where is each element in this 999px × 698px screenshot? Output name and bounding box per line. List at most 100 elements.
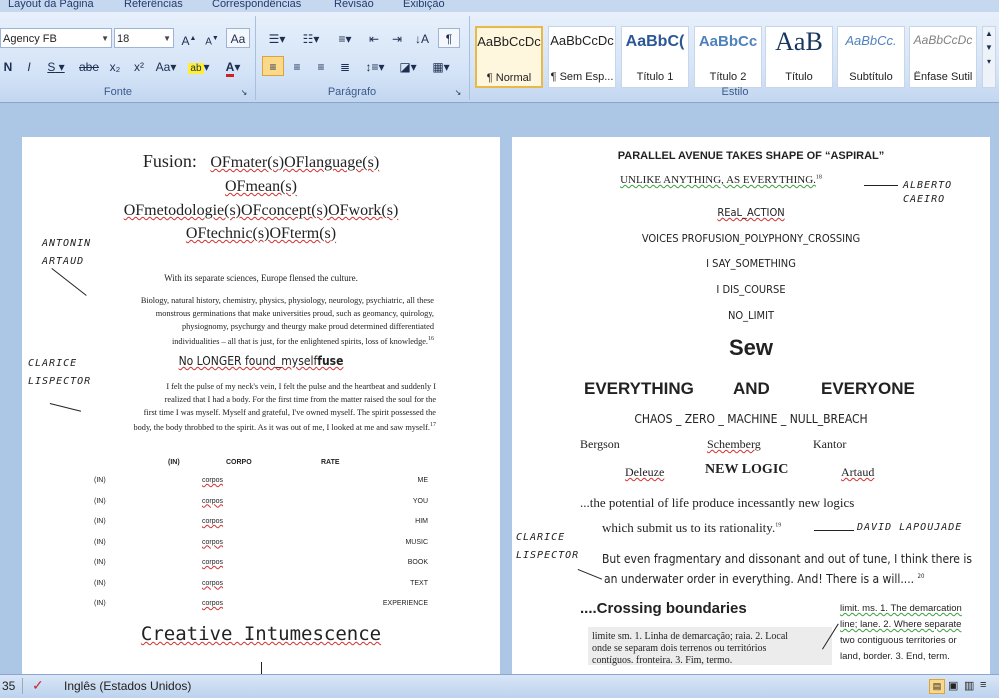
tab-page-layout[interactable]: Layout da Página	[8, 0, 94, 10]
superscript-button[interactable]: x²	[128, 56, 150, 76]
style-name: Ênfase Sutil	[913, 71, 973, 83]
footnote-ref: 19	[775, 522, 782, 529]
page-title-line: Fusion: OFmater(s)OFlanguage(s)	[22, 151, 500, 172]
heading-bold: fuse	[317, 354, 344, 368]
style-subtle-emphasis[interactable]: AaBbCcDc Ênfase Sutil	[909, 26, 977, 88]
numbering-icon[interactable]: ☷▾	[296, 28, 326, 48]
chevron-down-icon[interactable]: ▼	[101, 29, 109, 49]
italic-button[interactable]: I	[20, 56, 38, 76]
increase-indent-icon[interactable]: ⇥	[387, 28, 407, 48]
right-page[interactable]: PARALLEL AVENUE TAKES SHAPE OF “ASPIRAL”…	[512, 137, 990, 674]
print-layout-icon[interactable]: ▤	[929, 679, 945, 694]
style-subtitle[interactable]: AaBbCc. Subtítulo	[837, 26, 905, 88]
text-line: contíguos. fronteira. 3. Fim, termo.	[592, 655, 733, 666]
style-heading2[interactable]: AaBbCc Título 2	[694, 26, 762, 88]
table-cell: corpos	[202, 497, 224, 505]
style-sample: AaBbCc.	[845, 33, 897, 48]
full-screen-icon[interactable]: ▣	[948, 679, 958, 692]
style-title[interactable]: AaB Título	[765, 26, 833, 88]
outline-icon[interactable]: ≡	[980, 679, 986, 691]
style-sample: AaB	[775, 27, 823, 56]
grow-font-icon[interactable]: A▲	[178, 28, 200, 48]
shading-icon[interactable]: ◪▾	[394, 56, 422, 76]
text-line: ...the potential of life produce incessa…	[580, 495, 855, 510]
text-line: REaL_ACTION	[512, 206, 990, 219]
align-right-icon[interactable]: ≡	[310, 56, 332, 76]
table-cell: (IN)	[94, 559, 106, 566]
strikethrough-button[interactable]: abe	[76, 56, 102, 76]
text-line: realized that I had a body. For the firs…	[164, 395, 436, 404]
proofing-icon[interactable]: ✓	[32, 677, 44, 694]
line-spacing-icon[interactable]: ↕≡▾	[360, 56, 390, 76]
footer-title-text: Creative Intumescence	[140, 623, 382, 645]
dialog-launcher-icon[interactable]: ↘	[452, 86, 464, 98]
bold-button[interactable]: N	[0, 56, 16, 76]
tab-review[interactable]: Revisão	[334, 0, 374, 10]
chevron-down-icon[interactable]: ▼	[163, 29, 171, 49]
style-heading1[interactable]: AaBbC( Título 1	[621, 26, 689, 88]
table-cell: corpos	[202, 559, 224, 566]
change-case-label: Aa	[155, 60, 171, 74]
highlight-button[interactable]: ab ▾	[184, 56, 214, 76]
text-line: I DIS_COURSE	[716, 283, 786, 296]
fusion-label: Fusion:	[142, 151, 197, 171]
status-bar: 35 ✓ Inglês (Estados Unidos) ▤ ▣ ▥ ≡	[0, 674, 999, 698]
font-name-combo[interactable]: Agency FB ▼	[0, 28, 112, 48]
table-header: RATE	[321, 459, 340, 466]
group-divider	[469, 16, 470, 100]
text-line: an underwater order in everything. And! …	[604, 572, 924, 586]
text-line-body: an underwater order in everything. And! …	[604, 572, 918, 586]
text-line: individualities – all that is just, for …	[102, 333, 434, 348]
align-left-icon[interactable]: ≡	[262, 56, 284, 76]
subscript-button[interactable]: x₂	[104, 56, 126, 76]
decrease-indent-icon[interactable]: ⇤	[364, 28, 384, 48]
borders-icon[interactable]: ▦▾	[426, 56, 456, 76]
style-name: Título	[785, 71, 813, 83]
underline-label: S	[47, 60, 56, 74]
title-text: OFmater(s)OFlanguage(s)	[210, 154, 380, 171]
align-center-icon[interactable]: ≡	[286, 56, 308, 76]
page-count[interactable]: 35	[2, 679, 15, 693]
font-color-button[interactable]: A▾	[218, 56, 248, 77]
title-text: OFmetodologie(s)OFconcept(s)OFwork(s)	[123, 202, 399, 219]
underline-button[interactable]: S ▾	[42, 56, 70, 76]
style-sample: AaBbC(	[625, 33, 685, 50]
font-group-label: Fonte	[103, 86, 133, 98]
tab-references[interactable]: Referências	[124, 0, 183, 10]
name-label: Kantor	[813, 437, 847, 451]
footnote-ref: 17	[430, 422, 436, 428]
language-label[interactable]: Inglês (Estados Unidos)	[64, 679, 191, 693]
sort-icon[interactable]: ↓A	[410, 28, 434, 48]
arrow-icon	[49, 403, 82, 412]
text-line: Biology, natural history, chemistry, phy…	[140, 296, 434, 305]
paragraph: Biology, natural history, chemistry, phy…	[102, 294, 434, 348]
shrink-font-icon[interactable]: A▼	[202, 28, 222, 48]
text-line-body: individualities – all that is just, for …	[171, 336, 428, 346]
font-size-combo[interactable]: 18 ▼	[114, 28, 174, 48]
bullets-icon[interactable]: ☰▾	[262, 28, 292, 48]
new-logic-label: NEW LOGIC	[705, 462, 789, 477]
style-name: Título 2	[709, 71, 747, 83]
show-marks-icon[interactable]: ¶	[438, 28, 460, 48]
highlighter-icon: ab	[188, 63, 204, 74]
justify-icon[interactable]: ≣	[334, 56, 356, 76]
styles-scroll-icon[interactable]: ▲ ▼ ▾	[982, 26, 996, 88]
change-case-button[interactable]: Aa▾	[152, 56, 180, 76]
footnote-ref: 20	[917, 573, 925, 580]
style-no-spacing[interactable]: AaBbCcDc ¶ Sem Esp...	[548, 26, 616, 88]
text-line-body: which submit us to its rationality.	[602, 520, 776, 535]
handwritten-note: CLARICE LISPECTOR	[516, 532, 580, 561]
style-sample: AaBbCcDc	[913, 33, 973, 47]
heading-text: No LONGER found_myself	[178, 354, 318, 368]
text-line: physiognomy, psychurgy and theurgy make …	[182, 322, 434, 331]
clear-format-icon[interactable]: Aa	[226, 28, 250, 48]
left-page[interactable]: Fusion: OFmater(s)OFlanguage(s) OFmean(s…	[22, 137, 500, 674]
tab-view[interactable]: Exibição	[403, 0, 445, 10]
tab-mailings[interactable]: Correspondências	[212, 0, 301, 10]
style-normal[interactable]: AaBbCcDc ¶ Normal	[475, 26, 543, 88]
multilevel-list-icon[interactable]: ≡▾	[330, 28, 360, 48]
web-layout-icon[interactable]: ▥	[964, 679, 974, 692]
paragraph: With its separate sciences, Europe flens…	[164, 273, 358, 283]
text-line-body: REaL_ACTION	[717, 206, 785, 219]
dialog-launcher-icon[interactable]: ↘	[238, 86, 250, 98]
